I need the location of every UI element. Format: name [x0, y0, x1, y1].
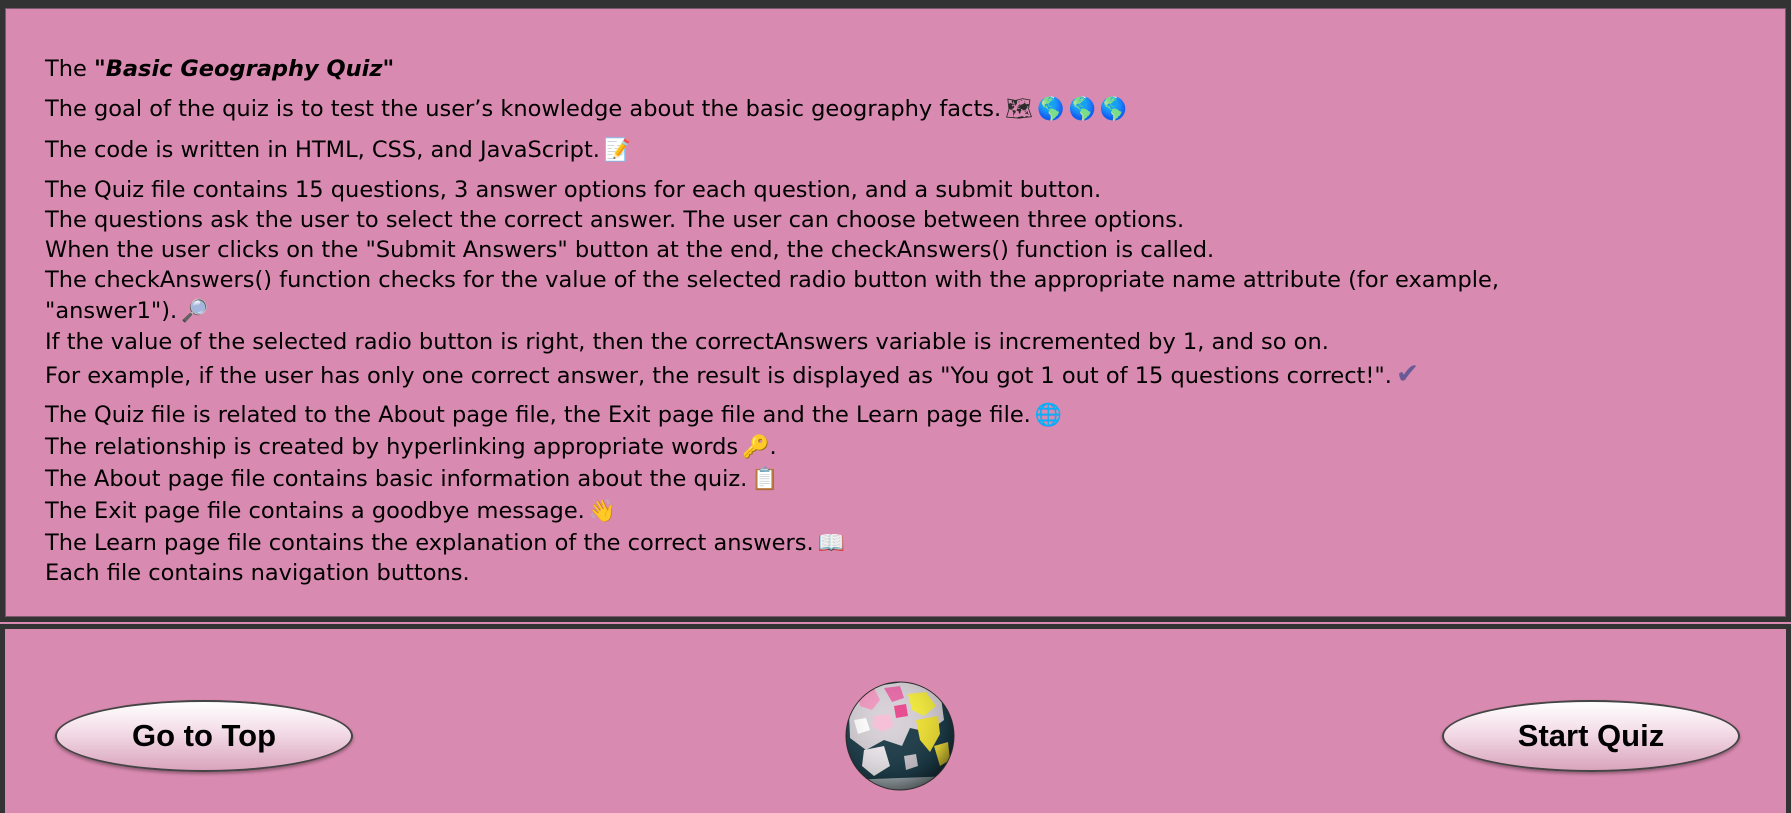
line-check-1: The checkAnswers() function checks for t… — [45, 267, 1500, 293]
relationship-period: . — [769, 434, 777, 460]
info-panel: The "Basic Geography Quiz" The goal of t… — [0, 0, 1791, 622]
line-learn: The Learn page file contains the explana… — [45, 528, 845, 559]
line-goal-text: The goal of the quiz is to test the user… — [45, 96, 1002, 122]
title-prefix: The — [45, 56, 94, 82]
line-code-text: The code is written in HTML, CSS, and Ja… — [45, 137, 600, 163]
line-related-text: The Quiz file is related to the About pa… — [45, 402, 1031, 428]
check-icon: ✔ — [1395, 357, 1420, 390]
magnifier-icon: 🔎 — [181, 299, 209, 324]
globe-icon: 🌎 — [1037, 97, 1065, 122]
web-globe-icon: 🌐 — [1034, 403, 1063, 428]
memo-icon: 📝 — [603, 138, 632, 163]
start-quiz-button[interactable]: Start Quiz — [1442, 700, 1740, 772]
globe-icon: 🌎 — [1068, 97, 1096, 122]
waving-hand-icon: 👋 — [588, 499, 617, 524]
line-example-text: For example, if the user has only one co… — [45, 363, 1392, 389]
quiz-title: The "Basic Geography Quiz" — [45, 54, 394, 84]
world-map-icon: 🗺 — [1005, 97, 1034, 122]
line-nav: Each file contains navigation buttons. — [45, 560, 470, 586]
line-code: The code is written in HTML, CSS, and Ja… — [45, 135, 631, 166]
line-exit-text: The Exit page file contains a goodbye me… — [45, 498, 585, 524]
line-submit: When the user clicks on the "Submit Answ… — [45, 237, 1215, 263]
line-file: The Quiz file contains 15 questions, 3 a… — [45, 177, 1102, 203]
line-select: The questions ask the user to select the… — [45, 207, 1185, 233]
line-related: The Quiz file is related to the About pa… — [45, 400, 1062, 431]
go-to-top-button[interactable]: Go to Top — [55, 700, 353, 772]
line-about-text: The About page file contains basic infor… — [45, 466, 748, 492]
line-relationship: The relationship is created by hyperlink… — [45, 432, 777, 463]
line-check-2-text: "answer1"). — [45, 298, 178, 324]
key-icon: 🔑 — [742, 435, 770, 460]
open-book-icon: 📖 — [817, 531, 846, 556]
line-example: For example, if the user has only one co… — [45, 359, 1419, 391]
line-about: The About page file contains basic infor… — [45, 464, 779, 495]
clipboard-icon: 📋 — [751, 467, 779, 492]
line-learn-text: The Learn page file contains the explana… — [45, 530, 814, 556]
line-increment: If the value of the selected radio butto… — [45, 329, 1329, 355]
line-goal: The goal of the quiz is to test the user… — [45, 94, 1127, 125]
line-relationship-text: The relationship is created by hyperlink… — [45, 434, 739, 460]
line-exit: The Exit page file contains a goodbye me… — [45, 496, 616, 527]
globe-icon: 🌎 — [1099, 97, 1128, 122]
rotating-earth-icon — [845, 681, 955, 791]
line-check-2: "answer1"). 🔎 — [45, 296, 209, 327]
title-quoted: "Basic Geography Quiz" — [94, 56, 395, 82]
